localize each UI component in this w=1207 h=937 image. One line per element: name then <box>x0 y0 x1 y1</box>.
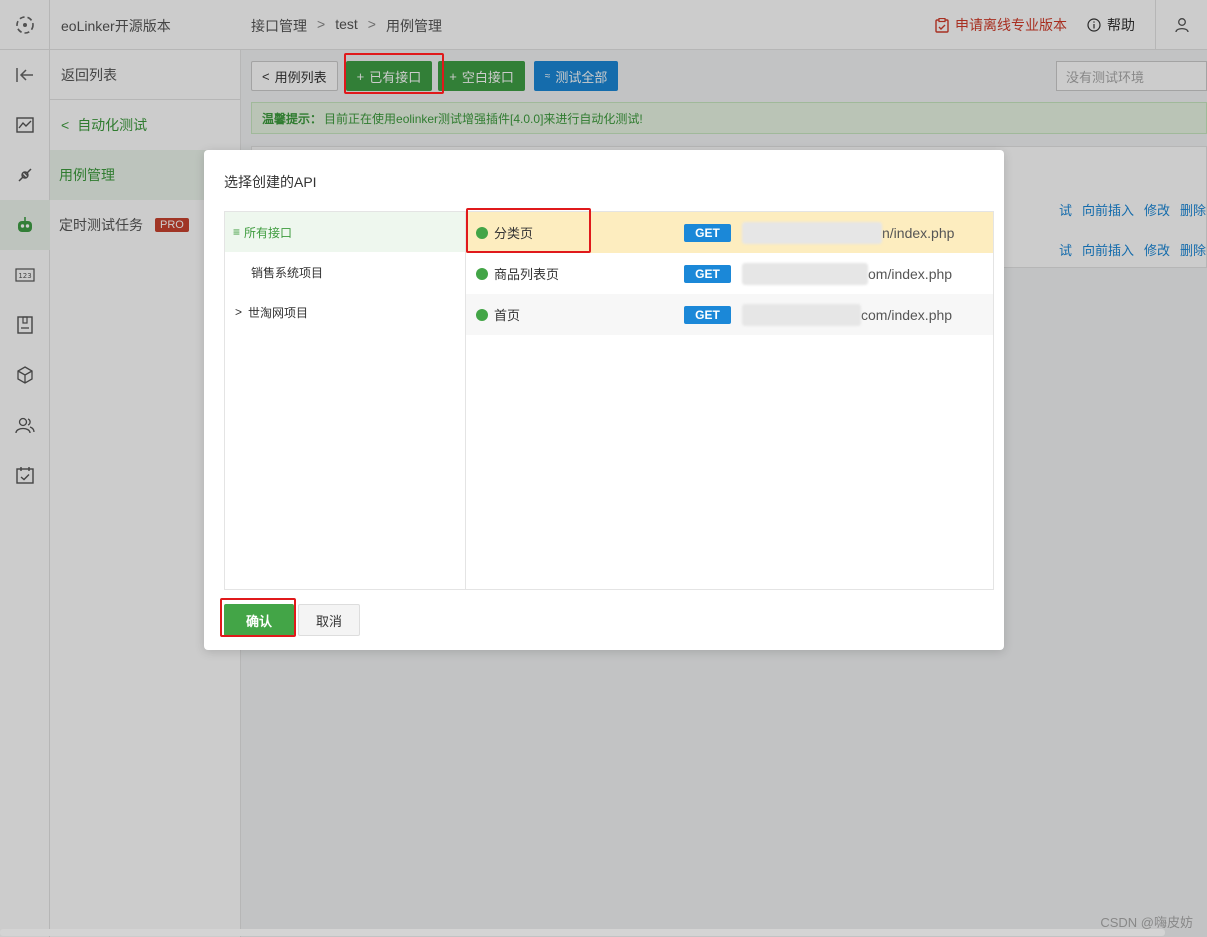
api-row[interactable]: 分类页 GET n/index.php <box>466 212 993 253</box>
tree-node-label: 世淘网项目 <box>248 305 309 320</box>
list-icon: ≡ <box>233 225 241 239</box>
tree-node-project[interactable]: 销售系统项目 <box>225 252 465 292</box>
status-dot <box>476 308 488 321</box>
dialog-title: 选择创建的API <box>224 174 317 190</box>
api-row[interactable]: 商品列表页 GET om/index.php <box>466 253 993 294</box>
project-tree: ≡ 所有接口 销售系统项目 > 世淘网项目 <box>224 211 466 590</box>
api-name: 分类页 <box>494 226 534 241</box>
api-row[interactable]: 首页 GET com/index.php <box>466 294 993 335</box>
api-list: 分类页 GET n/index.php 商品列表页 GET om/index.p… <box>466 211 994 590</box>
method-badge: GET <box>684 223 731 242</box>
api-url: com/index.php <box>861 306 953 323</box>
dialog-footer: 确认 取消 <box>224 604 360 636</box>
api-name: 商品列表页 <box>494 267 560 282</box>
api-url: om/index.php <box>868 265 953 282</box>
method-badge: GET <box>684 305 731 324</box>
redacted-url <box>742 262 868 285</box>
confirm-button[interactable]: 确认 <box>224 604 294 636</box>
horizontal-scrollbar[interactable] <box>0 929 1165 936</box>
api-name: 首页 <box>494 308 521 323</box>
method-badge: GET <box>684 264 731 283</box>
tree-node-all[interactable]: ≡ 所有接口 <box>225 212 465 252</box>
cancel-button[interactable]: 取消 <box>298 604 360 636</box>
select-api-dialog: 选择创建的API ≡ 所有接口 销售系统项目 > 世淘网项目 分类页 GET n… <box>204 150 1004 650</box>
status-dot <box>476 267 488 280</box>
tree-node-label: 所有接口 <box>244 225 293 240</box>
chevron-right-icon[interactable]: > <box>235 305 242 319</box>
redacted-url <box>742 303 861 326</box>
api-url: n/index.php <box>882 224 955 241</box>
redacted-url <box>742 221 882 244</box>
tree-node-project[interactable]: > 世淘网项目 <box>225 292 465 332</box>
status-dot <box>476 226 488 239</box>
